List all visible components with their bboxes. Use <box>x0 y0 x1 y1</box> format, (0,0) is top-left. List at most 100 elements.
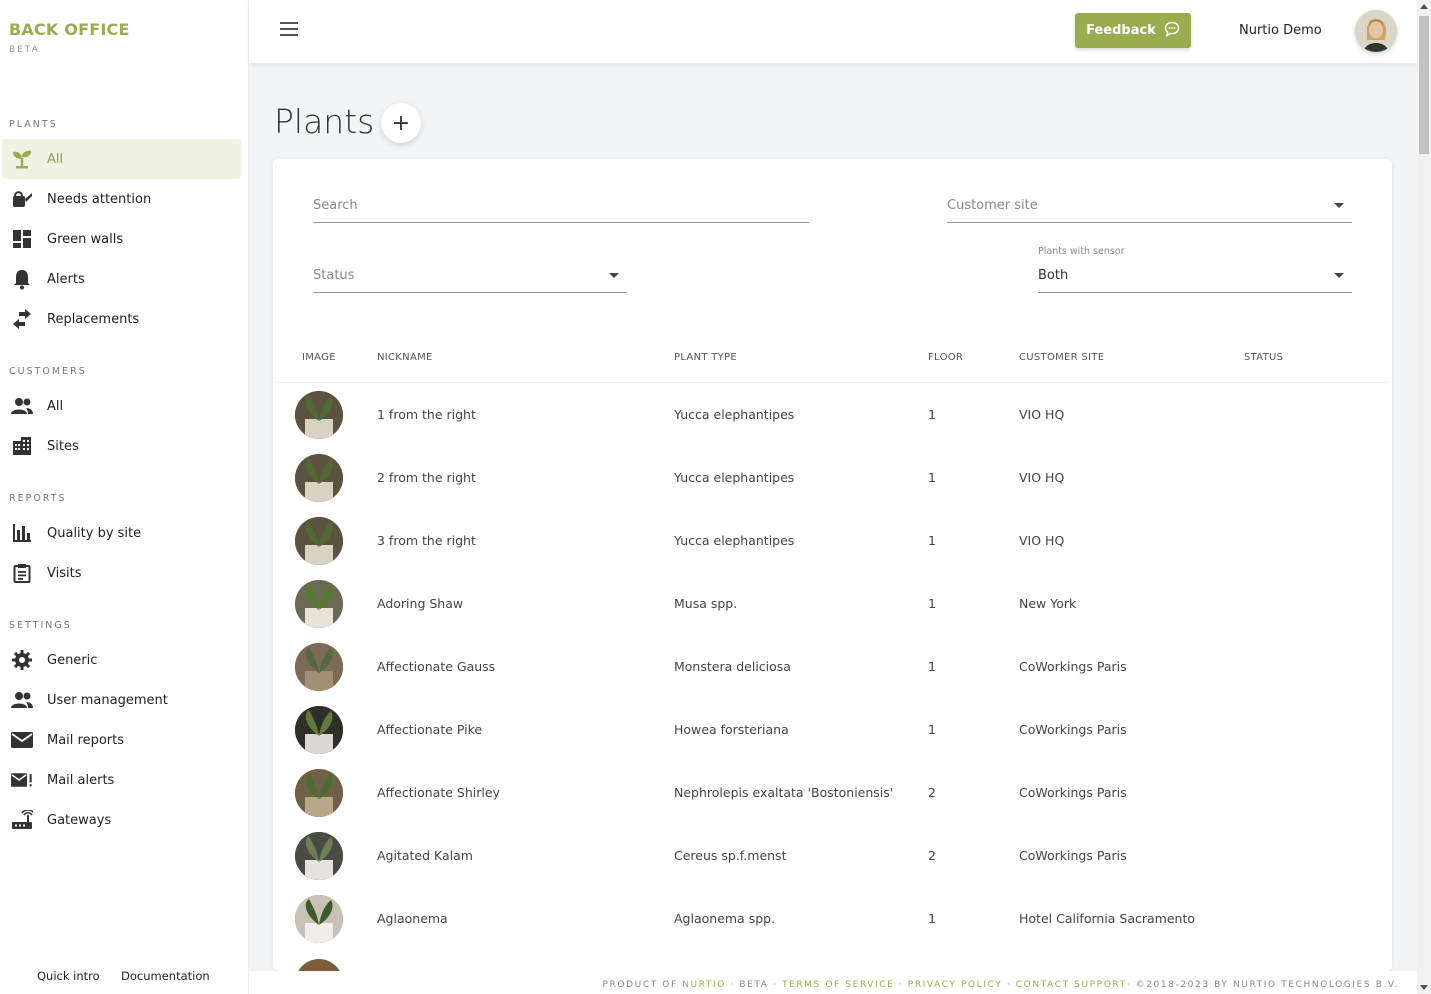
chat-bubble-icon <box>1164 21 1180 41</box>
mail-alert-icon <box>11 769 33 791</box>
table-row[interactable] <box>273 951 1392 971</box>
sidebar-item-green-walls[interactable]: Green walls <box>2 219 241 259</box>
table-row[interactable]: 1 from the right Yucca elephantipes 1 VIO H… <box>273 383 1392 446</box>
nickname-cell: Agitated Kalam <box>377 848 473 863</box>
nickname-cell: Affectionate Shirley <box>377 785 500 800</box>
sidebar-item-sites[interactable]: Sites <box>2 426 241 466</box>
column-header-image: IMAGE <box>302 352 336 363</box>
search-input[interactable]: Search <box>313 187 809 223</box>
search-placeholder: Search <box>313 198 358 213</box>
sidebar-item-mail-alerts[interactable]: Mail alerts <box>2 760 241 800</box>
table-row[interactable]: 3 from the right Yucca elephantipes 1 VIO H… <box>273 509 1392 572</box>
scroll-thumb[interactable] <box>1419 16 1429 154</box>
column-header-customer-site[interactable]: CUSTOMER SITE <box>1019 352 1104 363</box>
table-row[interactable]: Aglaonema Aglaonema spp. 1 Hotel California… <box>273 887 1392 950</box>
bar-chart-icon <box>11 522 33 544</box>
table-row[interactable]: Affectionate Pike Howea forsteriana 1 CoWor… <box>273 698 1392 761</box>
sidebar-item-mail-reports[interactable]: Mail reports <box>2 720 241 760</box>
sidebar-item-label: Replacements <box>47 311 140 327</box>
section-title-customers: CUSTOMERS <box>9 366 87 377</box>
plant-type-cell: Yucca elephantipes <box>674 407 795 422</box>
plant-image <box>295 517 343 565</box>
nickname-cell: Aglaonema <box>377 911 448 926</box>
sidebar-item-visits[interactable]: Visits <box>2 553 241 593</box>
customer-site-cell: VIO HQ <box>1019 470 1065 485</box>
table-row[interactable]: Agitated Kalam Cereus sp.f.menst 2 CoWorkin… <box>273 824 1392 887</box>
sidebar-item-label: Quality by site <box>47 525 142 541</box>
table-row[interactable]: Affectionate Gauss Monstera deliciosa 1 CoW… <box>273 635 1392 698</box>
table-row[interactable]: Adoring Shaw Musa spp. 1 New York <box>273 572 1392 635</box>
mail-icon <box>11 729 33 751</box>
plant-type-cell: Nephrolepis exaltata 'Bostoniensis' <box>674 785 894 800</box>
copyright: ©2018-2023 BY NURTIO TECHNOLOGIES B.V. <box>1135 980 1399 990</box>
floor-cell: 1 <box>928 407 936 422</box>
sidebar-item-plants-all[interactable]: All <box>2 139 241 179</box>
feedback-button[interactable]: Feedback <box>1075 13 1191 48</box>
brand[interactable]: BACK OFFICE BETA <box>9 20 130 55</box>
footer-beta: BETA <box>739 980 769 990</box>
table-row[interactable]: 2 from the right Yucca elephantipes 1 VIO H… <box>273 446 1392 509</box>
nickname-cell: 1 from the right <box>377 407 476 422</box>
status-select[interactable]: Status <box>313 257 627 293</box>
plant-type-cell: Howea forsteriana <box>674 722 789 737</box>
scrollbar[interactable] <box>1417 0 1431 994</box>
sidebar-item-generic[interactable]: Generic <box>2 640 241 680</box>
column-header-status[interactable]: STATUS <box>1244 352 1283 363</box>
floor-cell: 2 <box>928 848 936 863</box>
plant-image <box>295 769 343 817</box>
plant-image <box>295 895 343 943</box>
customer-site-cell: VIO HQ <box>1019 533 1065 548</box>
quick-intro-link[interactable]: Quick intro <box>37 969 100 983</box>
sidebar-item-label: All <box>47 151 64 167</box>
sidebar-item-quality-by-site[interactable]: Quality by site <box>2 513 241 553</box>
dropdown-arrow-icon <box>1334 273 1344 278</box>
sidebar-item-replacements[interactable]: Replacements <box>2 299 241 339</box>
nickname-cell: Adoring Shaw <box>377 596 464 611</box>
sidebar-item-label: User management <box>47 692 168 708</box>
sidebar-item-label: Green walls <box>47 231 124 247</box>
sidebar-item-needs-attention[interactable]: Needs attention <box>2 179 241 219</box>
sidebar-item-label: Mail alerts <box>47 772 115 788</box>
bell-icon <box>11 268 33 290</box>
floor-cell: 1 <box>928 911 936 926</box>
sidebar-item-customers-all[interactable]: All <box>2 386 241 426</box>
documentation-link[interactable]: Documentation <box>121 969 210 983</box>
floor-cell: 1 <box>928 596 936 611</box>
customer-site-cell: VIO HQ <box>1019 407 1065 422</box>
add-plant-button[interactable]: + <box>381 103 421 143</box>
avatar[interactable] <box>1355 10 1397 52</box>
nurtio-link[interactable]: NURTIO <box>682 980 726 990</box>
customer-site-select[interactable]: Customer site <box>947 187 1352 223</box>
sidebar-item-gateways[interactable]: Gateways <box>2 800 241 840</box>
brand-subtitle: BETA <box>9 45 40 55</box>
sidebar-item-alerts[interactable]: Alerts <box>2 259 241 299</box>
contact-support-link[interactable]: CONTACT SUPPORT <box>1016 980 1127 990</box>
swap-arrows-icon <box>11 308 33 330</box>
sidebar-item-label: Mail reports <box>47 732 125 748</box>
sensor-value: Both <box>1038 268 1069 283</box>
section-title-settings: SETTINGS <box>9 620 72 631</box>
sensor-select[interactable]: Plants with sensor Both <box>1038 246 1352 293</box>
customer-site-cell: Hotel California Sacramento <box>1019 911 1196 926</box>
router-icon <box>11 809 33 831</box>
sidebar-item-label: Alerts <box>47 271 85 287</box>
column-header-nickname[interactable]: NICKNAME <box>377 352 433 363</box>
customer-site-cell: CoWorkings Paris <box>1019 722 1127 737</box>
column-header-floor[interactable]: FLOOR <box>928 352 963 363</box>
customer-site-placeholder: Customer site <box>947 198 1038 213</box>
customer-site-cell: CoWorkings Paris <box>1019 848 1127 863</box>
table-row[interactable]: Affectionate Shirley Nephrolepis exaltata… <box>273 761 1392 824</box>
floor-cell: 2 <box>928 785 936 800</box>
scroll-up-icon[interactable] <box>1420 4 1428 9</box>
people-icon <box>11 395 33 417</box>
privacy-link[interactable]: PRIVACY POLICY <box>908 980 1003 990</box>
scroll-down-icon[interactable] <box>1420 985 1428 990</box>
column-header-plant-type[interactable]: PLANT TYPE <box>674 352 737 363</box>
plant-image <box>295 580 343 628</box>
menu-icon[interactable] <box>280 22 298 38</box>
footer-product-of: PRODUCT OF <box>602 980 678 990</box>
user-name[interactable]: Nurtio Demo <box>1239 23 1322 38</box>
terms-link[interactable]: TERMS OF SERVICE <box>782 980 894 990</box>
people-icon <box>11 689 33 711</box>
sidebar-item-user-management[interactable]: User management <box>2 680 241 720</box>
